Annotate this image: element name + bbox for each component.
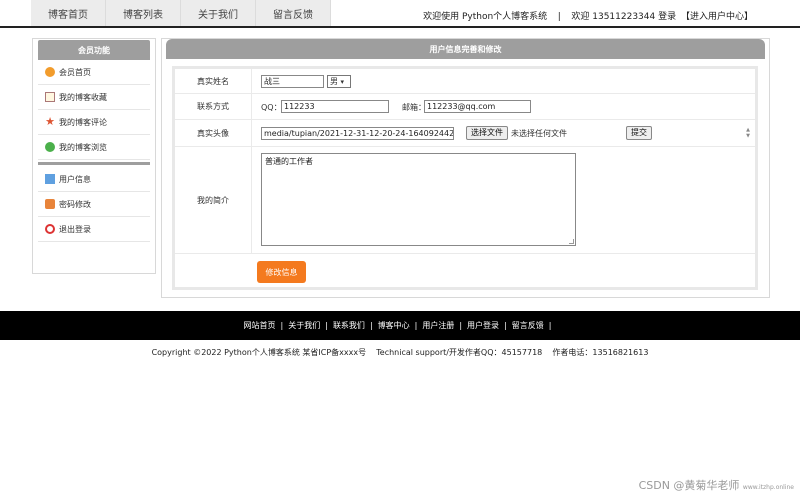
- sidebar-item-change-password[interactable]: 密码修改: [38, 192, 150, 217]
- footer-link-login[interactable]: 用户登录: [467, 320, 499, 331]
- sidebar-item-label: 我的博客评论: [59, 117, 107, 127]
- intro-textarea[interactable]: 普通的工作者: [261, 153, 576, 246]
- no-file-text: 未选择任何文件: [511, 129, 567, 138]
- footer-sep: |: [459, 321, 463, 330]
- footer-links: 网站首页 | 关于我们 | 联系我们 | 博客中心 | 用户注册 | 用户登录 | 留言反馈…: [0, 311, 800, 340]
- intro-label: 我的简介: [175, 147, 252, 253]
- upload-submit-button[interactable]: 提交: [626, 126, 652, 140]
- qq-input[interactable]: 112233: [281, 100, 389, 113]
- welcome-text: 欢迎使用 Python个人博客系统: [423, 12, 548, 22]
- welcome-divider: |: [557, 12, 561, 22]
- sidebar-item-label: 密码修改: [59, 199, 91, 209]
- sidebar-item-favorites[interactable]: 我的博客收藏: [38, 85, 150, 110]
- form-row-avatar: 真实头像 media/tupian/2021-12-31-12-20-24-16…: [175, 120, 755, 147]
- sidebar-item-browsing[interactable]: 我的博客浏览: [38, 135, 150, 160]
- tab-blog-home[interactable]: 博客首页: [31, 0, 106, 26]
- gender-select[interactable]: 男 ▾: [327, 75, 351, 88]
- tab-blog-list[interactable]: 博客列表: [106, 0, 181, 26]
- sidebar-item-label: 我的博客浏览: [59, 142, 107, 152]
- power-icon: [45, 224, 55, 234]
- contact-label: 联系方式: [175, 94, 252, 119]
- copyright-text: Copyright ©2022 Python个人博客系统 某省ICP备xxxx号…: [151, 348, 649, 357]
- footer-sep: |: [504, 321, 507, 330]
- qq-label: QQ：: [261, 103, 282, 112]
- lock-icon: [45, 199, 55, 209]
- spinner-icon[interactable]: ▲ ▼: [744, 127, 752, 141]
- footer-link-about[interactable]: 关于我们: [288, 320, 320, 331]
- user-center-link[interactable]: 【进入用户中心】: [681, 12, 753, 22]
- name-label: 真实姓名: [175, 69, 252, 93]
- avatar-path-input[interactable]: media/tupian/2021-12-31-12-20-24-1640924…: [261, 127, 454, 140]
- chevron-down-icon: ▾: [340, 78, 345, 86]
- intro-text: 普通的工作者: [265, 157, 313, 166]
- footer-link-register[interactable]: 用户注册: [422, 320, 454, 331]
- footer-link-blog-center[interactable]: 博客中心: [378, 320, 410, 331]
- email-label: 邮箱：: [402, 103, 426, 112]
- footer-sep: |: [369, 321, 373, 330]
- watermark-url: www.itzhp.online: [742, 484, 794, 491]
- home-icon: [45, 67, 55, 77]
- form-row-name: 真实姓名 战三 男 ▾: [175, 69, 755, 94]
- form-row-contact: 联系方式 QQ： 112233 邮箱： 112233@qq.com: [175, 94, 755, 120]
- sidebar-item-label: 我的博客收藏: [59, 92, 107, 102]
- sidebar-item-user-info[interactable]: 用户信息: [38, 167, 150, 192]
- save-info-button[interactable]: 修改信息: [257, 261, 306, 283]
- sidebar-item-label: 退出登录: [59, 224, 91, 234]
- welcome-bar: 欢迎使用 Python个人博客系统 | 欢迎 13511223344 登录 【进…: [422, 9, 754, 22]
- choose-file-button[interactable]: 选择文件: [466, 126, 508, 140]
- footer-link-home[interactable]: 网站首页: [244, 320, 276, 331]
- footer-link-feedback[interactable]: 留言反馈: [512, 320, 544, 331]
- document-icon: [45, 92, 55, 102]
- member-sidebar: 会员功能 会员首页 我的博客收藏 ★ 我的博客评论 我的博客浏览 用户信息 密码…: [32, 38, 156, 274]
- panel-title: 用户信息完善和修改: [166, 39, 765, 59]
- sidebar-item-member-home[interactable]: 会员首页: [38, 60, 150, 85]
- watermark: CSDN @黄菊华老师 www.itzhp.online: [639, 477, 794, 493]
- sidebar-item-comments[interactable]: ★ 我的博客评论: [38, 110, 150, 135]
- footer-sep: |: [414, 321, 418, 330]
- footer-link-contact[interactable]: 联系我们: [333, 320, 365, 331]
- page: 博客首页 博客列表 关于我们 留言反馈 欢迎使用 Python个人博客系统 | …: [0, 0, 800, 497]
- avatar-label: 真实头像: [175, 120, 252, 146]
- sidebar-title: 会员功能: [38, 40, 150, 60]
- welcome-user: 欢迎 13511223344 登录: [571, 12, 677, 22]
- watermark-text: CSDN @黄菊华老师: [638, 479, 740, 492]
- top-nav: 博客首页 博客列表 关于我们 留言反馈 欢迎使用 Python个人博客系统 | …: [0, 0, 800, 28]
- footer-sep: |: [548, 321, 552, 330]
- sidebar-divider: [38, 162, 150, 165]
- user-icon: [45, 174, 55, 184]
- email-input[interactable]: 112233@qq.com: [424, 100, 531, 113]
- pin-icon: [45, 142, 55, 152]
- sidebar-item-logout[interactable]: 退出登录: [38, 217, 150, 242]
- gender-value: 男: [330, 77, 338, 86]
- real-name-input[interactable]: 战三: [261, 75, 324, 88]
- user-info-form: 真实姓名 战三 男 ▾ 联系方式 QQ： 112233 邮箱： 112233@q…: [172, 66, 758, 290]
- form-row-intro: 我的简介 普通的工作者: [175, 147, 755, 254]
- resize-grip-icon[interactable]: [569, 239, 574, 244]
- footer-sep: |: [325, 321, 328, 330]
- sidebar-item-label: 会员首页: [59, 67, 91, 77]
- sidebar-item-label: 用户信息: [59, 174, 91, 184]
- tab-about-us[interactable]: 关于我们: [181, 0, 256, 26]
- user-info-panel: 用户信息完善和修改 真实姓名 战三 男 ▾ 联系方式 QQ： 112233 邮箱…: [161, 38, 770, 298]
- footer-sep: |: [280, 321, 284, 330]
- tab-feedback[interactable]: 留言反馈: [256, 0, 331, 26]
- star-icon: ★: [45, 115, 55, 128]
